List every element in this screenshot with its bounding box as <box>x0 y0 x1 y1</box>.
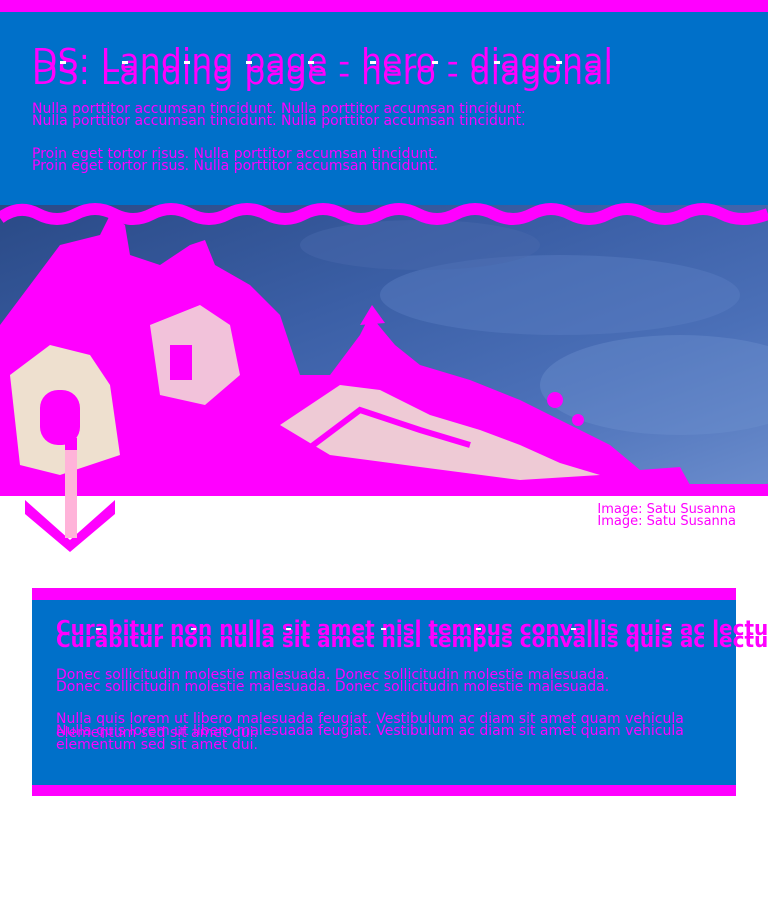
card-paragraph-1: Donec sollicitudin molestie malesuada. D… <box>56 668 609 694</box>
hero-section: DS: Landing page - hero - diagonal DS: L… <box>0 12 768 220</box>
wave-divider <box>0 203 768 225</box>
card-top-stripe <box>32 588 736 600</box>
image-credit-echo: Image: Satu Susanna <box>597 514 736 529</box>
card-title: Curabitur non nulla sit amet nisl tempus… <box>56 618 768 650</box>
top-accent-stripe <box>0 0 768 12</box>
content-card: Curabitur non nulla sit amet nisl tempus… <box>32 600 768 785</box>
scroll-down-arrow-icon[interactable] <box>20 436 120 556</box>
card-title-glitch <box>56 628 706 630</box>
hero-title-echo: DS: Landing page - hero - diagonal <box>32 53 613 92</box>
image-credit: Image: Satu Susanna Image: Satu Susanna <box>597 503 736 528</box>
hero-title: DS: Landing page - hero - diagonal DS: L… <box>32 42 613 92</box>
hero-paragraph-1: Nulla porttitor accumsan tincidunt. Null… <box>32 102 526 128</box>
card-paragraph-2: Nulla quis lorem ut libero malesuada feu… <box>56 712 696 752</box>
hero-paragraph-1-echo: Nulla porttitor accumsan tincidunt. Null… <box>32 113 526 129</box>
hero-paragraph-2-echo: Proin eget tortor risus. Nulla porttitor… <box>32 158 439 174</box>
card-paragraph-1-echo: Donec sollicitudin molestie malesuada. D… <box>56 679 610 695</box>
hero-paragraph-2: Proin eget tortor risus. Nulla porttitor… <box>32 147 438 173</box>
card-bottom-stripe <box>32 785 736 796</box>
card-paragraph-2-echo: Nulla quis lorem ut libero malesuada feu… <box>56 723 684 753</box>
hero-title-glitch <box>32 61 597 64</box>
card-title-echo: Curabitur non nulla sit amet nisl tempus… <box>56 628 768 652</box>
